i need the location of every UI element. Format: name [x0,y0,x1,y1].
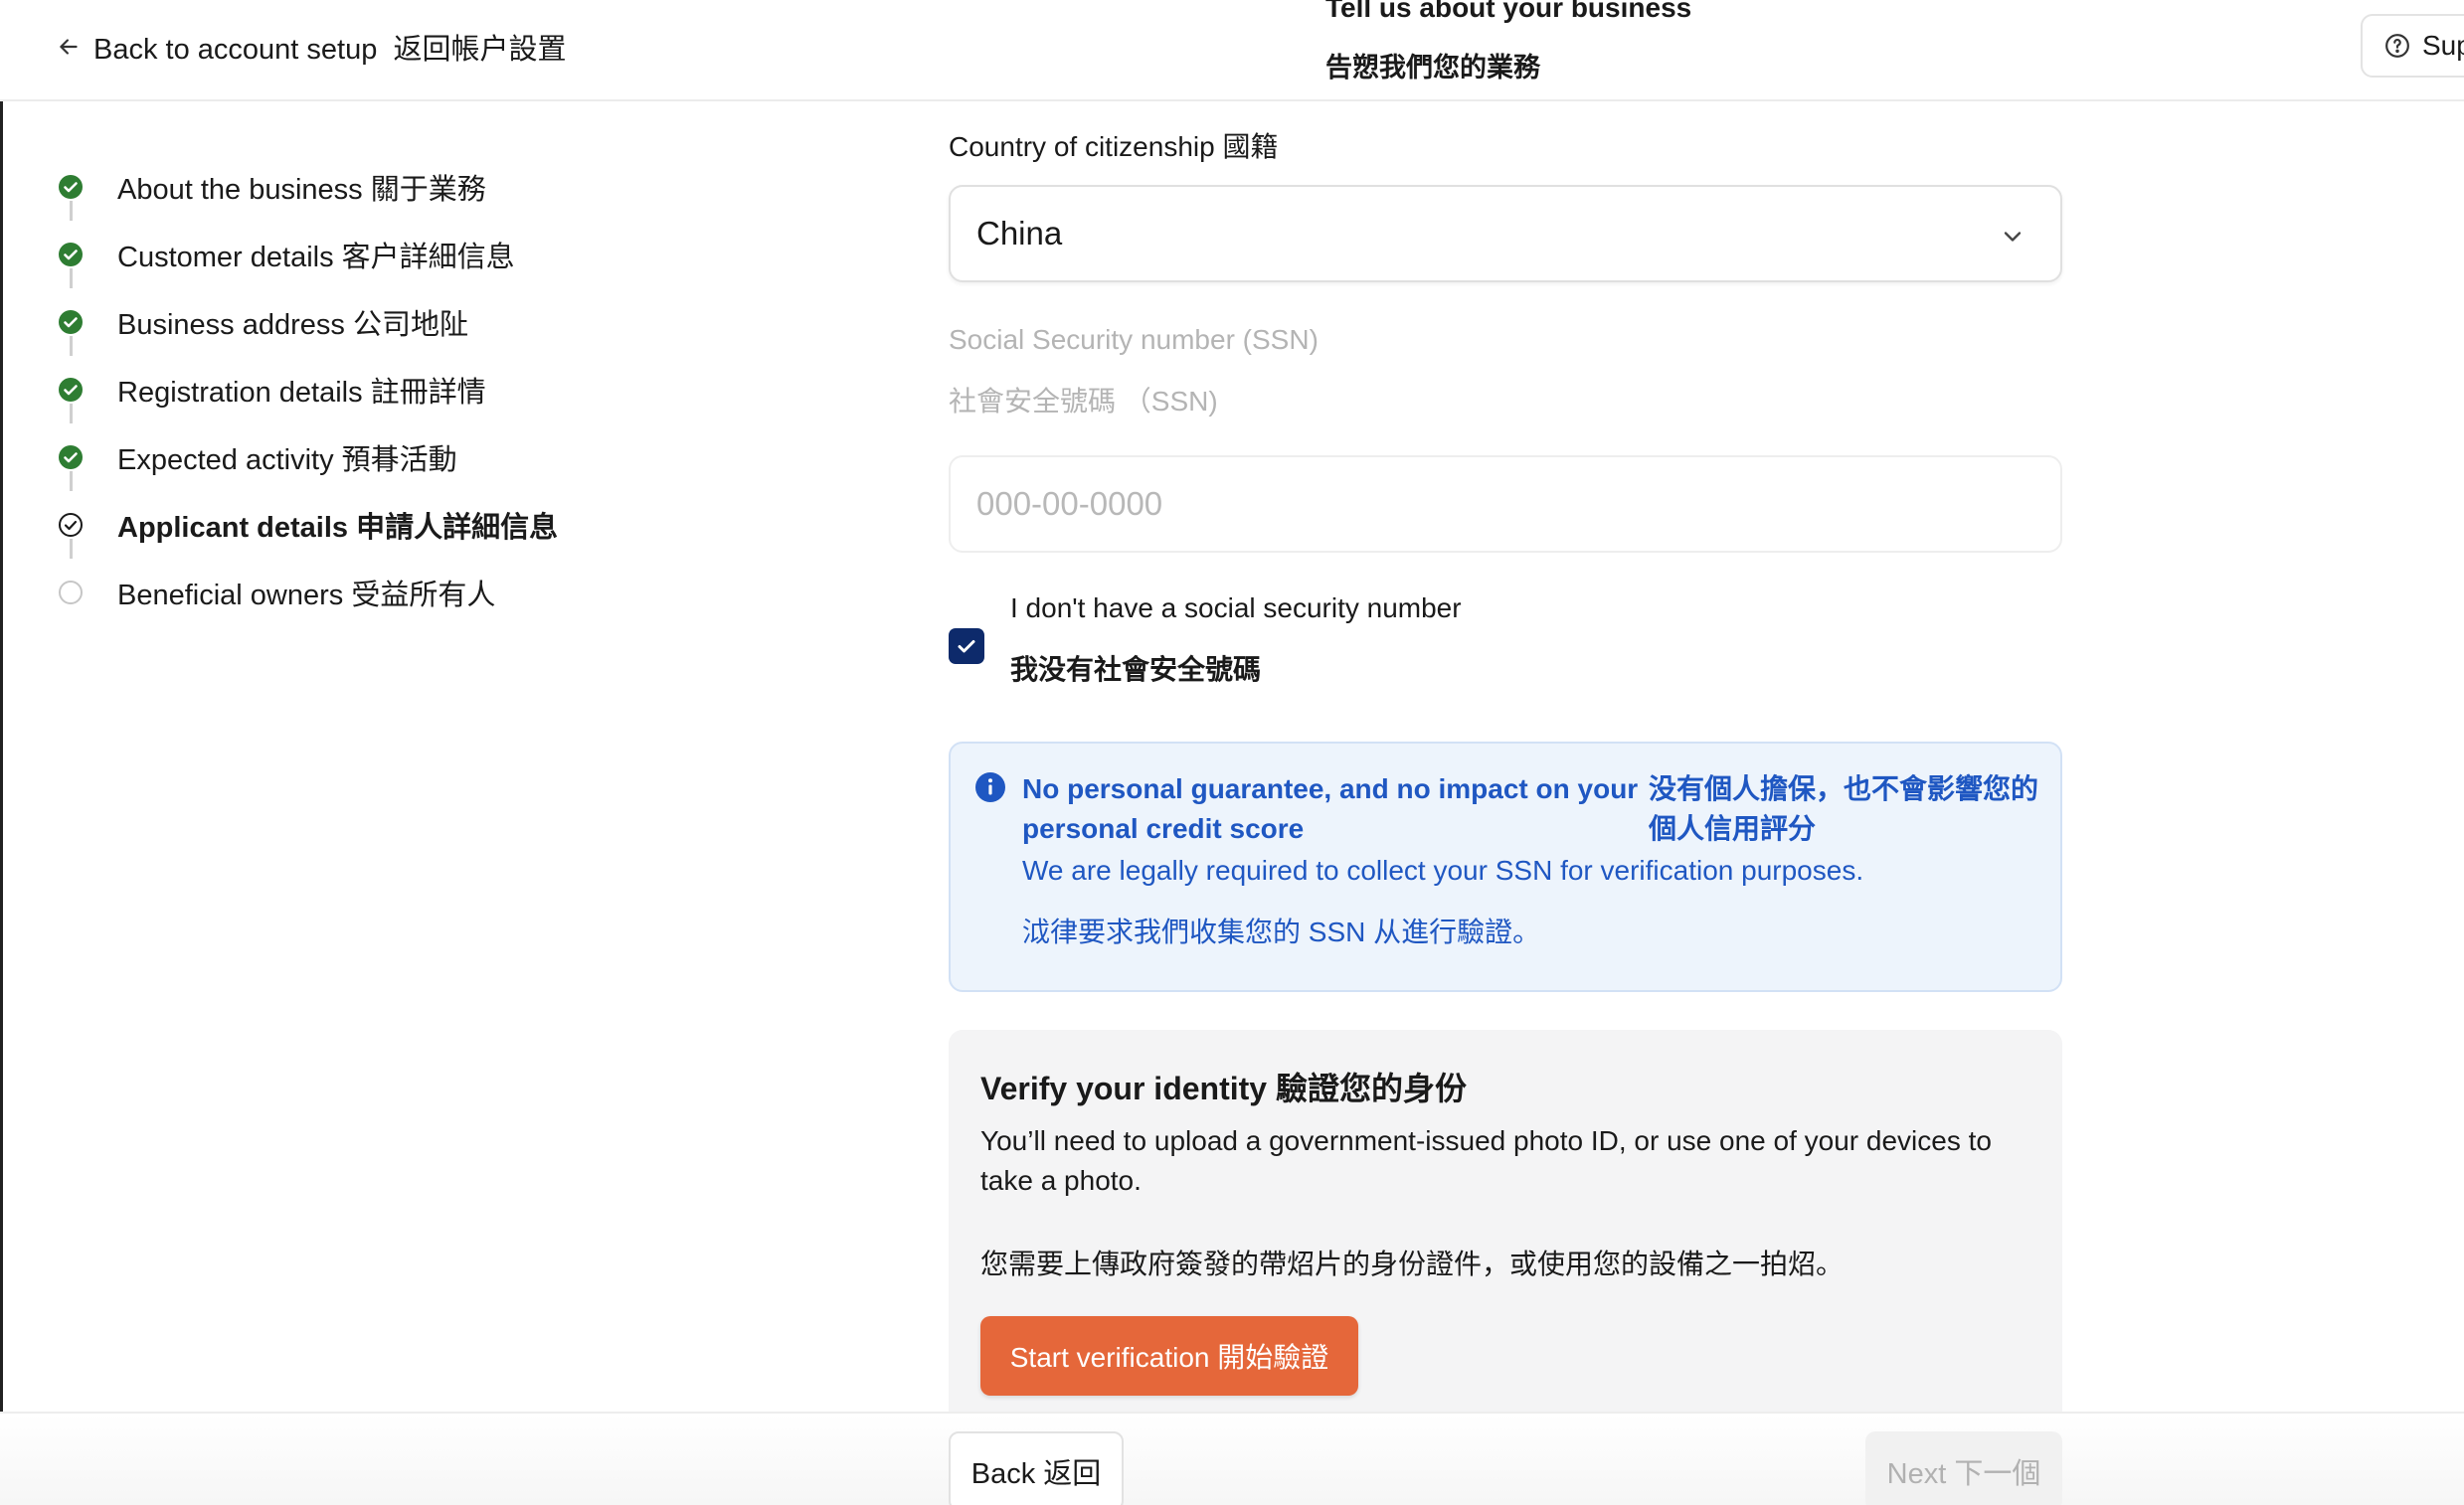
info-callout: No personal guarantee, and no impact on … [949,742,2062,992]
citizenship-label: Country of citizenship 國籍 [949,131,1279,162]
footer-bar: Back 返回 Next 下一個 [0,1412,2464,1505]
empty-circle-icon [59,581,83,604]
info-text-zh: 泧律要求我們收集您的 SSN 从進行驗證。 [1022,917,1541,947]
verify-text-zh: 您需要上傳政府簽發的帶炤片的身份證件，或使用您的設備之一拍炤。 [980,1249,1845,1279]
page-title: Tell us about your business [1325,0,1692,23]
step-label: Expected activity 預朞活動 [117,444,457,476]
step-label: Beneficial owners 受益所有人 [117,580,496,611]
back-button[interactable]: Back 返回 [949,1431,1124,1505]
check-circle-icon [59,310,83,334]
step-connector [70,268,73,288]
chevron-down-icon [2004,232,2022,242]
info-title: No personal guarantee, and no impact on … [1022,773,1639,844]
no-ssn-label-zh[interactable]: 我没有社會安全號碼 [1010,648,1261,688]
page: Back to account setup 返回帳户設置 Tell us abo… [0,0,2464,1505]
step-applicant-details[interactable]: Applicant details 申請人詳細信息 [56,491,558,559]
ssn-label-zh: 社會安全號碼 （SSN) [949,386,1218,417]
check-circle-icon [59,243,83,266]
info-title-zh: 没有個人擔保，也不會影響您的個人信用評分 [1649,773,2039,844]
no-ssn-checkbox[interactable] [949,628,984,664]
step-customer-details[interactable]: Customer details 客户詳細信息 [56,221,558,288]
step-connector [70,539,73,559]
support-button[interactable]: Sup [2361,14,2464,78]
step-business-address[interactable]: Business address 公司地阯 [56,288,558,356]
step-label: Business address 公司地阯 [117,309,468,341]
citizenship-value: China [976,215,1063,251]
step-connector [70,471,73,491]
check-circle-icon [59,445,83,469]
step-expected-activity[interactable]: Expected activity 預朞活動 [56,423,558,491]
step-label: Customer details 客户詳細信息 [117,242,515,273]
window-edge [0,0,3,1505]
verify-title: Verify your identity 驗證您的身份 [980,1071,1467,1106]
ssn-input[interactable] [949,455,2062,553]
info-icon [975,772,1005,802]
help-circle-icon [2385,34,2409,58]
step-registration-details[interactable]: Registration details 註冊詳情 [56,356,558,423]
info-text: We are legally required to collect your … [1022,855,1864,886]
step-label: About the business 關于業務 [117,174,486,206]
start-verification-button[interactable]: Start verification 開始驗證 [980,1316,1358,1396]
next-button[interactable]: Next 下一個 [1865,1431,2062,1505]
no-ssn-label[interactable]: I don't have a social security number [1010,592,1462,624]
arrow-left-icon [60,39,78,55]
check-circle-outline-icon [59,513,83,537]
back-link-label: Back to account setup 返回帳户設置 [93,34,567,66]
step-connector [70,336,73,356]
step-label: Registration details 註冊詳情 [117,377,486,409]
step-about-the-business[interactable]: About the business 關于業務 [56,153,558,221]
check-circle-icon [59,175,83,199]
back-to-account-setup-link[interactable]: Back to account setup 返回帳户設置 [56,26,566,68]
verify-identity-card: Verify your identity 驗證您的身份 You’ll need … [949,1030,2062,1447]
check-circle-icon [59,378,83,402]
top-header: Back to account setup 返回帳户設置 Tell us abo… [0,0,2464,101]
verify-text: You’ll need to upload a government-issue… [980,1125,1992,1196]
page-subtitle: 告愬我們您的業務 [1325,53,1540,83]
progress-steps: About the business 關于業務 Customer details… [56,153,558,626]
step-connector [70,404,73,423]
support-label: Sup [2422,30,2464,61]
step-label: Applicant details 申請人詳細信息 [117,512,559,544]
check-icon [958,640,975,653]
citizenship-select[interactable]: China [949,185,2062,282]
step-connector [70,201,73,221]
step-beneficial-owners[interactable]: Beneficial owners 受益所有人 [56,559,558,626]
ssn-label: Social Security number (SSN) [949,324,1319,355]
